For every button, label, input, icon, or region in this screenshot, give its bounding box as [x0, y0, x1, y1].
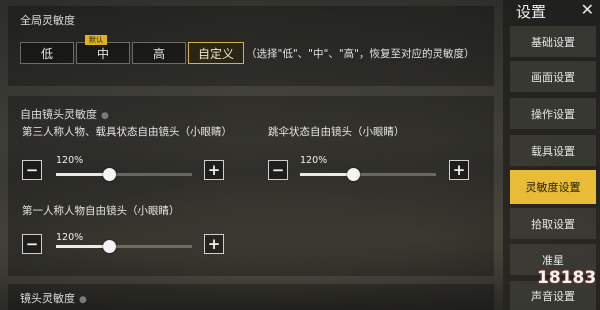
parachute-slider[interactable]	[300, 168, 436, 181]
sidebar-item-graphics[interactable]: 画面设置	[510, 61, 596, 92]
lens-sensitivity-title: 镜头灵敏度	[20, 292, 75, 305]
section-dot: ●	[101, 111, 109, 121]
settings-main-panel: 全局灵敏度 低 默认 中 高 自定义 （选择"低"、"中"、"高"，恢复至对应的…	[0, 0, 503, 310]
sidebar-item-label: 画面设置	[531, 70, 575, 84]
sidebar-item-label: 准星	[542, 253, 564, 267]
third-person-minus-button[interactable]: −	[22, 160, 42, 180]
sidebar-item-sensitivity[interactable]: 灵敏度设置	[510, 170, 596, 204]
slider-knob[interactable]	[103, 240, 116, 253]
sidebar-item-basic[interactable]: 基础设置	[510, 26, 596, 57]
preset-low-label: 低	[40, 46, 53, 61]
plus-icon: +	[452, 161, 466, 179]
sidebar-item-controls[interactable]: 操作设置	[510, 98, 596, 129]
parachute-value: 120%	[300, 155, 328, 166]
first-person-minus-button[interactable]: −	[22, 234, 42, 254]
minus-icon: −	[25, 161, 39, 179]
settings-sidebar: 设置 ✕ 基础设置 画面设置 操作设置 载具设置 灵敏度设置 拾取设置 准星 声…	[503, 0, 600, 310]
free-camera-section: 自由镜头灵敏度 ●	[8, 96, 494, 276]
sidebar-item-pickup[interactable]: 拾取设置	[510, 208, 596, 239]
watermark-logo: 18183	[537, 268, 597, 288]
parachute-label: 跳伞状态自由镜头（小眼睛）	[268, 126, 405, 138]
global-sensitivity-title: 全局灵敏度	[20, 14, 75, 27]
lens-sensitivity-section: 镜头灵敏度 ●	[8, 284, 494, 310]
sidebar-item-label: 声音设置	[531, 289, 575, 303]
first-person-value: 120%	[56, 232, 84, 243]
minus-icon: −	[25, 235, 39, 253]
slider-knob[interactable]	[103, 168, 116, 181]
parachute-plus-button[interactable]: +	[449, 160, 469, 180]
slider-knob[interactable]	[347, 168, 360, 181]
sidebar-item-label: 载具设置	[531, 144, 575, 158]
sidebar-item-label: 拾取设置	[531, 217, 575, 231]
third-person-label: 第三人称人物、载具状态自由镜头（小眼睛）	[22, 126, 232, 138]
preset-medium-button[interactable]: 默认 中	[76, 35, 130, 64]
sidebar-item-label: 操作设置	[531, 107, 575, 121]
plus-icon: +	[207, 161, 221, 179]
sidebar-title: 设置	[516, 3, 547, 21]
sidebar-item-vehicle[interactable]: 载具设置	[510, 135, 596, 166]
default-badge: 默认	[85, 35, 107, 45]
parachute-minus-button[interactable]: −	[268, 160, 288, 180]
plus-icon: +	[207, 235, 221, 253]
free-camera-title: 自由镜头灵敏度	[20, 108, 97, 121]
sidebar-item-label: 灵敏度设置	[525, 181, 581, 194]
preset-high-label: 高	[152, 46, 165, 61]
minus-icon: −	[271, 161, 285, 179]
preset-custom-button[interactable]: 自定义	[188, 42, 244, 64]
preset-description: （选择"低"、"中"、"高"，恢复至对应的灵敏度）	[246, 48, 475, 60]
preset-low-button[interactable]: 低	[20, 42, 74, 64]
slider-fill	[56, 245, 110, 248]
sidebar-header: 设置 ✕	[503, 0, 600, 24]
section-dot: ●	[79, 295, 87, 305]
third-person-plus-button[interactable]: +	[204, 160, 224, 180]
slider-fill	[300, 173, 354, 176]
slider-fill	[56, 173, 110, 176]
third-person-slider[interactable]	[56, 168, 192, 181]
preset-group: 低 默认 中 高 自定义	[20, 35, 246, 64]
close-icon[interactable]: ✕	[581, 0, 594, 19]
first-person-label: 第一人称人物自由镜头（小眼睛）	[22, 205, 180, 217]
preset-high-button[interactable]: 高	[132, 42, 186, 64]
first-person-slider[interactable]	[56, 240, 192, 253]
first-person-plus-button[interactable]: +	[204, 234, 224, 254]
third-person-value: 120%	[56, 155, 84, 166]
preset-custom-label: 自定义	[197, 46, 234, 61]
sidebar-item-label: 基础设置	[531, 35, 575, 49]
preset-medium-label: 中	[96, 46, 109, 61]
